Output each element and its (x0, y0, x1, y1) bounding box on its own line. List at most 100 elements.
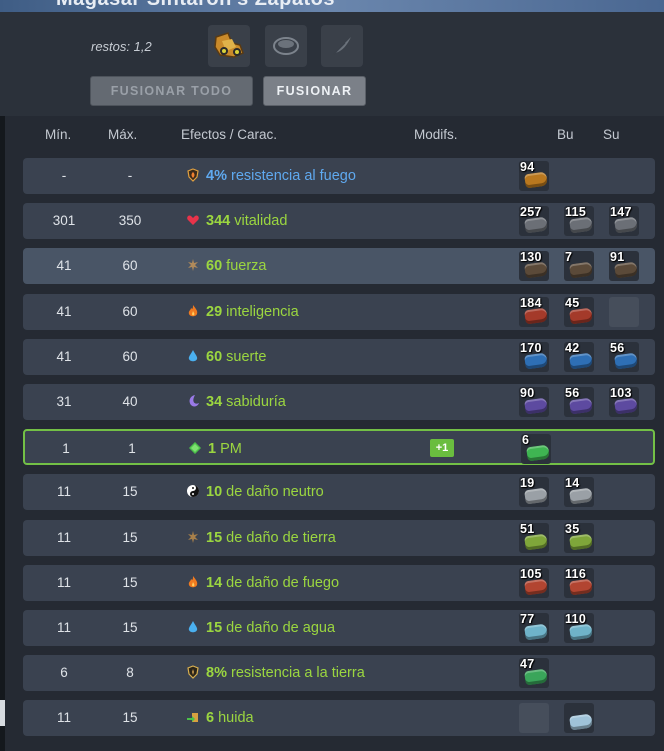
rune-icon (524, 578, 548, 596)
max-value: 60 (122, 258, 138, 274)
effect-label: PM (220, 441, 242, 458)
rune-stack[interactable]: 105 (519, 567, 549, 598)
min-value: 41 (56, 303, 72, 319)
rune-stack[interactable]: 103 (609, 386, 639, 417)
effect-cell: 1 PM (188, 431, 242, 467)
rune-stack[interactable]: 110 (564, 612, 594, 643)
effect-label: de daño de fuego (226, 574, 340, 591)
effect-value: 8% (206, 665, 227, 682)
rune-stack[interactable]: 184 (519, 295, 549, 327)
modifier-badge: +1 (430, 439, 454, 458)
rune-count: 51 (520, 521, 535, 536)
rune-icon (524, 397, 548, 415)
max-value: 1 (128, 441, 136, 457)
rune-icon (524, 352, 548, 370)
max-value: 15 (122, 710, 138, 726)
effect-cell: 60 suerte (186, 339, 266, 375)
rune-stack[interactable]: 130 (519, 250, 549, 282)
effect-label: suerte (226, 348, 267, 365)
table-row[interactable]: 41 60 60 fuerza 130 7 91 (23, 248, 655, 285)
effect-value: 6 (206, 710, 215, 727)
rune-stack[interactable]: 77 (519, 612, 549, 643)
rune-count: 42 (565, 340, 580, 355)
rune-stack[interactable]: 35 (564, 521, 594, 553)
rune-stack[interactable]: 257 (519, 205, 549, 237)
effect-label: fuerza (226, 258, 267, 275)
rune-stack[interactable]: 115 (564, 205, 594, 237)
rune-stack[interactable]: 90 (519, 386, 549, 417)
rune-stack[interactable]: 7 (564, 250, 594, 282)
effect-cell: 8% resistencia a la tierra (186, 655, 365, 691)
effect-label: resistencia a la tierra (231, 665, 365, 682)
max-value: 40 (122, 394, 138, 409)
rune-stack[interactable]: 91 (609, 250, 639, 282)
rune-icon (524, 216, 548, 234)
rune-slot-icon (273, 37, 299, 55)
effect-value: 344 (206, 213, 231, 230)
rune-stack[interactable]: 6 (521, 433, 551, 465)
rune-stack[interactable]: 170 (519, 341, 549, 372)
table-row[interactable]: 301 350 344 vitalidad 257 115 147 (23, 203, 655, 240)
fire-resist-shield-icon (186, 160, 200, 182)
fusion-panel: restos: 1,2 FUSIONAR TODO FUSIONAR (0, 12, 664, 116)
rune-slot[interactable] (265, 25, 307, 67)
min-value: 11 (56, 484, 71, 500)
feather-icon (332, 37, 351, 56)
max-value: 60 (122, 303, 138, 319)
table-row[interactable]: 11 15 15 de daño de tierra 51 35 (23, 519, 655, 556)
rune-stack[interactable]: 14 (564, 476, 594, 508)
rune-stack[interactable]: 147 (609, 205, 639, 237)
effect-value: 34 (206, 394, 223, 410)
effect-cell: 4% resistencia al fuego (186, 158, 356, 194)
water-drop-icon (186, 341, 200, 362)
max-value: 15 (122, 574, 138, 590)
empty-rune-slot[interactable] (519, 703, 549, 734)
table-row[interactable]: 11 15 6 huida (23, 700, 655, 737)
min-value: 11 (56, 574, 71, 590)
effect-value: 14 (206, 574, 223, 591)
effect-value: 15 (206, 529, 223, 546)
rune-stack[interactable]: 51 (519, 521, 549, 553)
fuse-all-button[interactable]: FUSIONAR TODO (90, 76, 253, 106)
rune-stack[interactable]: 116 (564, 567, 594, 598)
table-row[interactable]: 11 15 10 de daño neutro 19 14 (23, 474, 655, 511)
rune-stack[interactable]: 45 (564, 295, 594, 327)
table-row[interactable]: 11 15 15 de daño de agua 77 110 (23, 610, 655, 646)
table-row[interactable]: 41 60 60 suerte 170 42 56 (23, 338, 655, 375)
header-mods: Modifs. (414, 127, 458, 142)
rune-icon (524, 261, 548, 279)
rune-stack[interactable]: 42 (564, 340, 594, 372)
rune-count: 184 (520, 295, 542, 310)
table-row[interactable]: 31 40 34 sabiduría 90 56 103 (23, 384, 655, 420)
rune-count: 94 (520, 160, 535, 174)
rune-stack[interactable]: 94 (519, 160, 549, 191)
effect-value: 60 (206, 258, 223, 275)
fire-icon (186, 567, 200, 588)
rune-stack[interactable]: 47 (519, 657, 549, 689)
empty-rune-slot[interactable] (609, 296, 639, 327)
rune-icon (569, 261, 593, 279)
rune-count: 14 (565, 476, 580, 491)
item-slot[interactable] (208, 25, 250, 67)
min-value: 11 (56, 529, 71, 545)
fuse-button[interactable]: FUSIONAR (263, 76, 366, 106)
table-row[interactable]: 11 15 14 de daño de fuego 105 116 (23, 564, 655, 601)
rune-stack[interactable] (564, 703, 594, 734)
min-value: 31 (56, 394, 72, 409)
rune-count: 35 (565, 521, 580, 536)
rune-icon (569, 397, 593, 415)
potion-slot[interactable] (321, 25, 363, 67)
rune-stack[interactable]: 19 (519, 476, 549, 508)
rune-icon (569, 487, 593, 505)
table-row[interactable]: 111 PM +1 6 (23, 429, 655, 467)
rune-count: 115 (565, 205, 587, 220)
earth-resist-shield-icon (186, 657, 200, 680)
rune-stack[interactable]: 56 (609, 341, 639, 372)
rune-count: 45 (565, 295, 580, 310)
effect-cell: 14 de daño de fuego (186, 565, 339, 601)
rune-stack[interactable]: 56 (564, 386, 594, 417)
table-row[interactable]: 6 8 8% resistencia a la tierra 47 (23, 655, 655, 692)
table-row[interactable]: - - 4% resistencia al fuego 94 (23, 158, 655, 194)
table-row[interactable]: 41 60 29 inteligencia 184 45 (23, 293, 655, 330)
rune-count: 77 (520, 612, 535, 626)
